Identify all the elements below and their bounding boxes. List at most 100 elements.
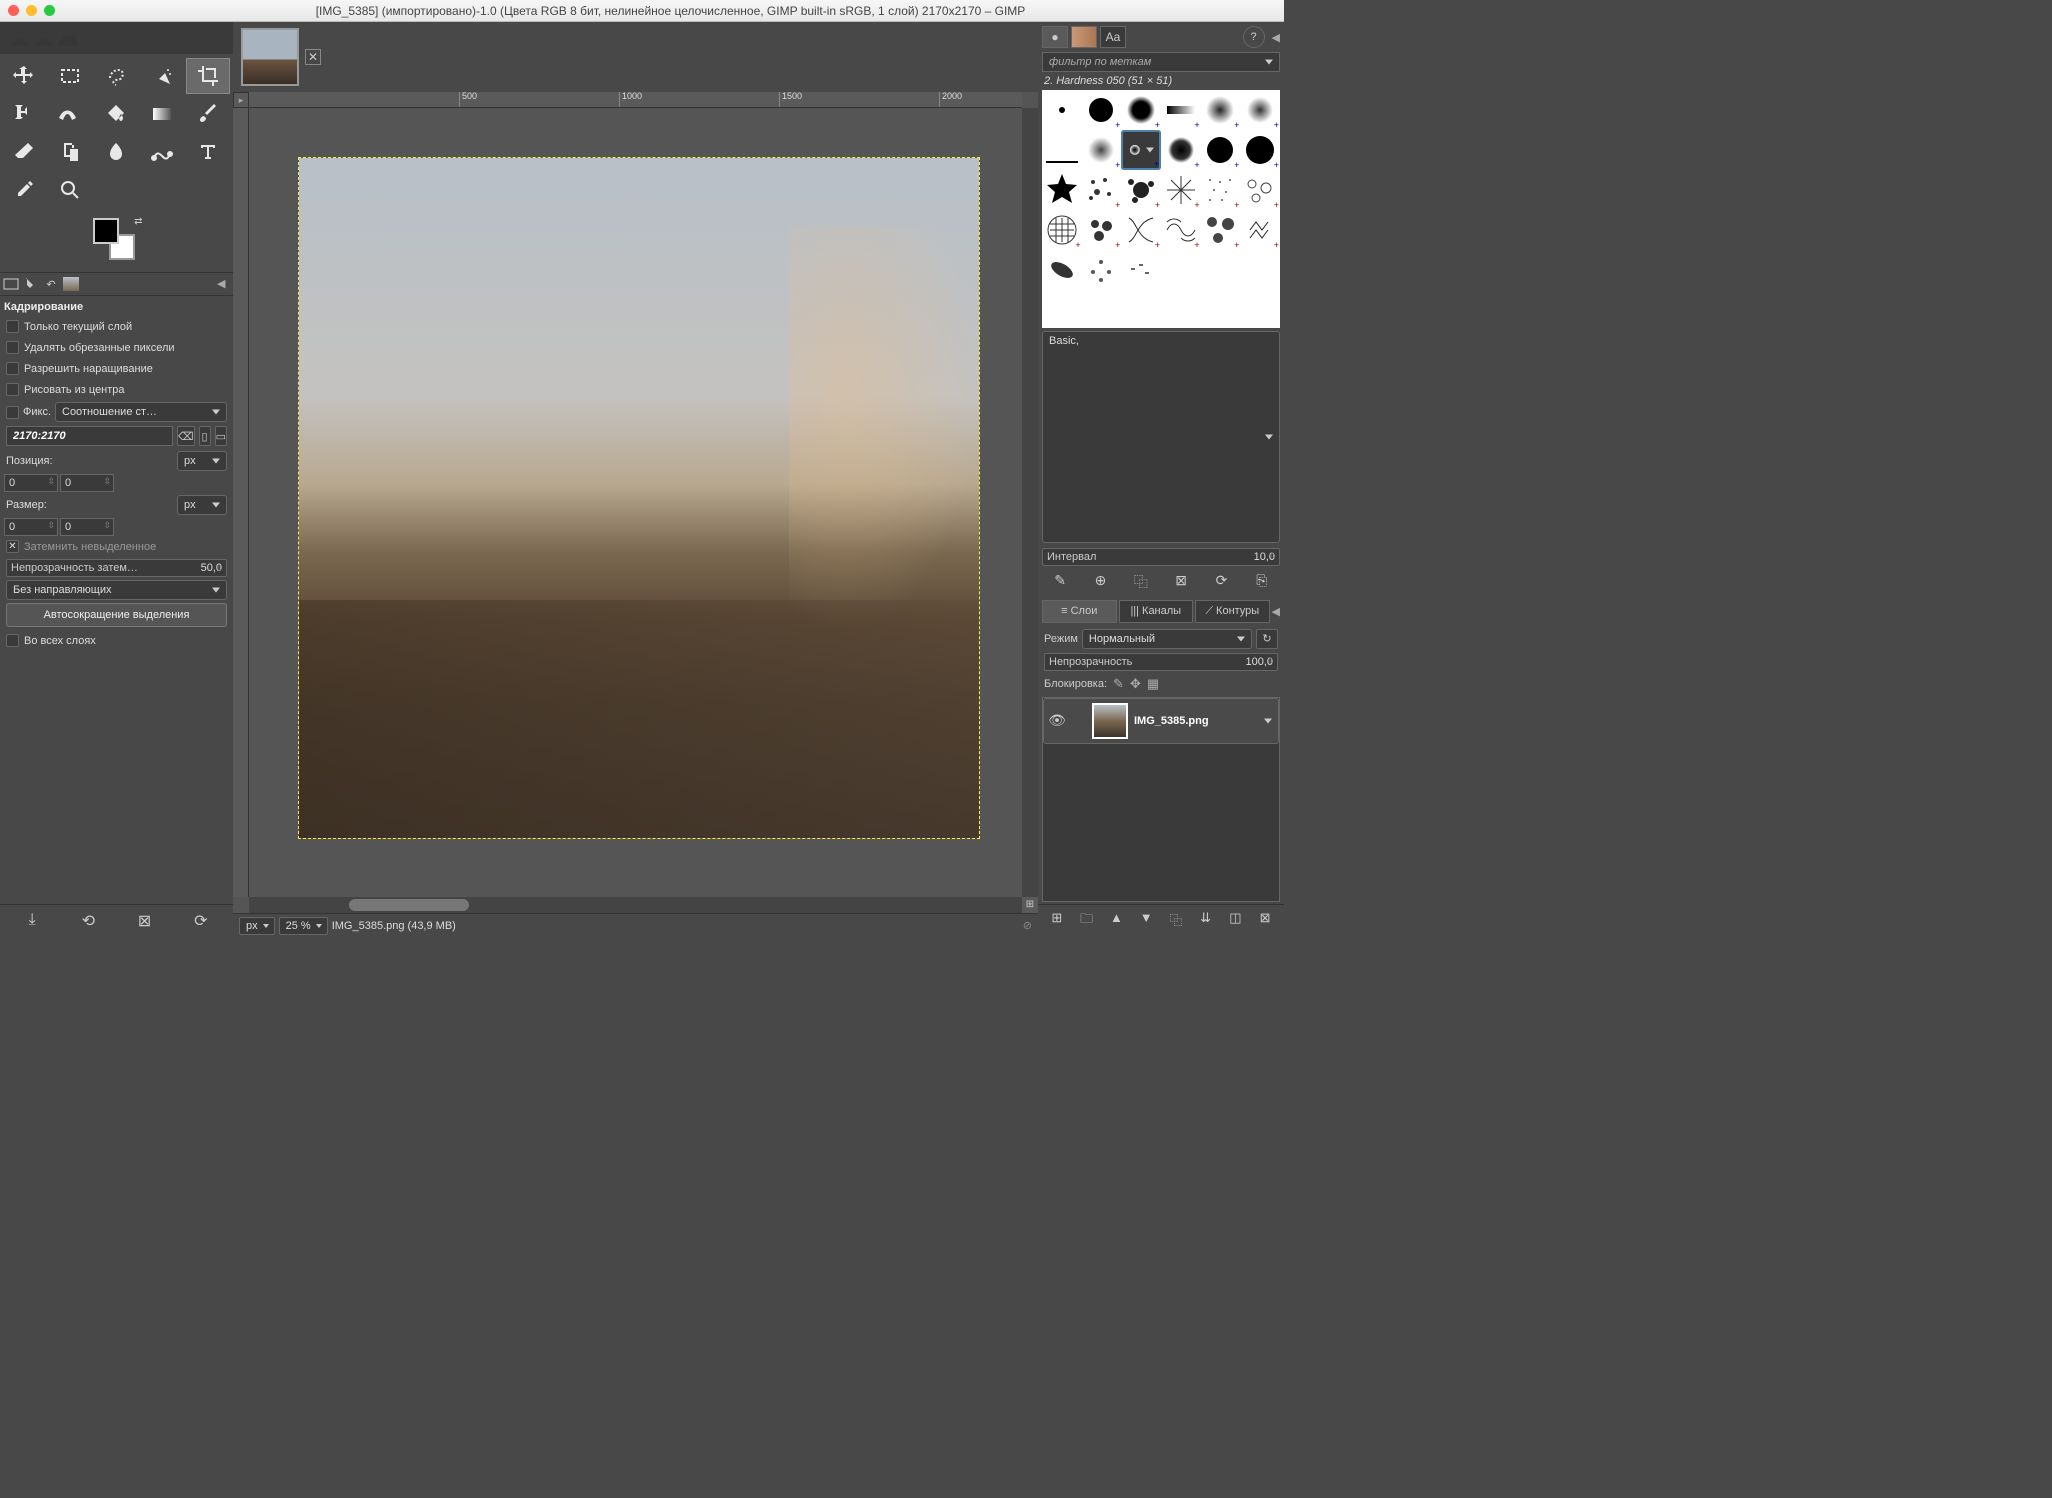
ratio-portrait-icon[interactable]: ▯ bbox=[199, 426, 211, 446]
position-y-input[interactable]: 0 bbox=[60, 474, 114, 492]
image-tab-thumbnail[interactable] bbox=[241, 28, 299, 86]
tool-save-icon[interactable]: ⤓ bbox=[19, 911, 45, 931]
opt-fixed-checkbox[interactable] bbox=[6, 406, 19, 419]
brush-new-icon[interactable]: ⊕ bbox=[1088, 572, 1112, 592]
tool-smudge[interactable] bbox=[94, 134, 138, 170]
tab-brushes-icon[interactable]: ● bbox=[1042, 26, 1068, 48]
opt-delete-cropped[interactable]: Удалять обрезанные пиксели bbox=[4, 337, 229, 358]
tool-fuzzy-select[interactable] bbox=[140, 58, 184, 94]
tool-zoom[interactable] bbox=[48, 172, 92, 208]
layer-thumbnail[interactable] bbox=[1092, 703, 1128, 739]
ratio-landscape-icon[interactable]: ▭ bbox=[215, 426, 227, 446]
ruler-vertical[interactable] bbox=[233, 108, 249, 897]
tool-color-picker[interactable] bbox=[2, 172, 46, 208]
lock-alpha-icon[interactable]: ▦ bbox=[1147, 676, 1159, 692]
layer-merge-icon[interactable]: ⇊ bbox=[1195, 910, 1217, 932]
layer-mask-icon[interactable]: ◫ bbox=[1224, 910, 1246, 932]
color-swatches[interactable]: ⇄ bbox=[87, 216, 147, 268]
layer-delete-icon[interactable]: ⊠ bbox=[1254, 910, 1276, 932]
tab-fonts-icon[interactable]: Aa bbox=[1100, 26, 1126, 48]
mode-select[interactable]: Нормальный bbox=[1082, 629, 1252, 649]
tab-images-thumb[interactable] bbox=[62, 275, 80, 293]
tabs-menu-icon[interactable]: ◀ bbox=[217, 277, 231, 291]
layer-duplicate-icon[interactable]: ⿻ bbox=[1165, 910, 1187, 932]
tool-rect-select[interactable] bbox=[48, 58, 92, 94]
zoom-window-button[interactable] bbox=[44, 5, 55, 16]
tab-undo-icon[interactable]: ↶ bbox=[42, 275, 60, 293]
status-unit-select[interactable]: px bbox=[239, 917, 275, 935]
tool-paintbrush[interactable] bbox=[186, 96, 230, 132]
scrollbar-vertical[interactable] bbox=[1022, 108, 1038, 897]
tab-patterns-icon[interactable] bbox=[1071, 26, 1097, 48]
opt-darken[interactable]: Затемнить невыделенное bbox=[4, 536, 229, 557]
mode-switch-icon[interactable]: ↻ bbox=[1256, 629, 1278, 649]
brush-preset-select[interactable]: Basic, bbox=[1042, 331, 1280, 543]
layer-item[interactable]: 👁 IMG_5385.png bbox=[1043, 698, 1279, 744]
image-tab-close-icon[interactable]: ✕ bbox=[305, 49, 321, 65]
tool-gradient[interactable] bbox=[140, 96, 184, 132]
opt-allow-grow[interactable]: Разрешить наращивание bbox=[4, 358, 229, 379]
layers-tabs-menu-icon[interactable]: ◀ bbox=[1272, 605, 1280, 618]
tool-eraser[interactable] bbox=[2, 134, 46, 170]
brush-duplicate-icon[interactable]: ⿻ bbox=[1129, 572, 1153, 592]
brush-edit-icon[interactable]: ✎ bbox=[1048, 572, 1072, 592]
brush-open-icon[interactable]: ⎘ bbox=[1250, 572, 1274, 592]
layers-list[interactable]: 👁 IMG_5385.png bbox=[1042, 697, 1280, 903]
size-unit-select[interactable]: px bbox=[177, 495, 227, 515]
brush-interval-slider[interactable]: Интервал 10,0 bbox=[1042, 548, 1280, 566]
tool-text[interactable] bbox=[186, 134, 230, 170]
opt-draw-center[interactable]: Рисовать из центра bbox=[4, 379, 229, 400]
ratio-input[interactable] bbox=[6, 426, 173, 446]
tool-free-select[interactable] bbox=[94, 58, 138, 94]
tool-bucket[interactable] bbox=[94, 96, 138, 132]
position-unit-select[interactable]: px bbox=[177, 451, 227, 471]
tab-paths[interactable]: ⟋ Контуры bbox=[1195, 600, 1270, 623]
guides-select[interactable]: Без направляющих bbox=[6, 580, 227, 600]
layer-name-label[interactable]: IMG_5385.png bbox=[1134, 715, 1209, 727]
layer-visibility-icon[interactable]: 👁 bbox=[1048, 712, 1066, 729]
tool-transform[interactable] bbox=[2, 96, 46, 132]
tab-channels[interactable]: ||| Каналы bbox=[1119, 600, 1194, 623]
ratio-clear-icon[interactable]: ⌫ bbox=[177, 426, 195, 446]
brush-delete-icon[interactable]: ⊠ bbox=[1169, 572, 1193, 592]
tab-tool-options-icon[interactable] bbox=[2, 275, 20, 293]
scrollbar-horizontal[interactable] bbox=[249, 897, 1022, 913]
layer-up-icon[interactable]: ▲ bbox=[1105, 910, 1127, 932]
status-zoom-select[interactable]: 25 % bbox=[279, 917, 328, 935]
brushes-tabs-menu-icon[interactable]: ◀ bbox=[1272, 31, 1280, 44]
foreground-color[interactable] bbox=[93, 218, 119, 244]
autoshrink-button[interactable]: Автосокращение выделения bbox=[6, 603, 227, 627]
ruler-horizontal[interactable]: 500 1000 1500 2000 bbox=[249, 92, 1022, 108]
tool-reset-icon[interactable]: ⟳ bbox=[188, 911, 214, 931]
tool-path[interactable] bbox=[140, 134, 184, 170]
tool-restore-icon[interactable]: ⟲ bbox=[75, 911, 101, 931]
brush-filter-input[interactable]: фильтр по меткам bbox=[1042, 52, 1280, 72]
swap-colors-icon[interactable]: ⇄ bbox=[134, 216, 142, 227]
lock-pixels-icon[interactable]: ✎ bbox=[1113, 676, 1124, 692]
tool-delete-icon[interactable]: ⊠ bbox=[132, 911, 158, 931]
position-x-input[interactable]: 0 bbox=[4, 474, 58, 492]
layer-group-icon[interactable]: 🗀 bbox=[1076, 910, 1098, 932]
size-w-input[interactable]: 0 bbox=[4, 518, 58, 536]
ruler-origin[interactable]: ▸ bbox=[233, 92, 249, 108]
darken-opacity-slider[interactable]: Непрозрачность затем… 50,0 bbox=[6, 559, 227, 577]
tab-device-icon[interactable] bbox=[22, 275, 40, 293]
minimize-window-button[interactable] bbox=[26, 5, 37, 16]
brush-grid[interactable]: + + + + + + + + + + + + + + + + + + + + … bbox=[1042, 90, 1280, 328]
tool-warp[interactable] bbox=[48, 96, 92, 132]
size-h-input[interactable]: 0 bbox=[60, 518, 114, 536]
tab-layers[interactable]: ≡ Слои bbox=[1042, 600, 1117, 623]
layer-new-icon[interactable]: ⊞ bbox=[1046, 910, 1068, 932]
canvas[interactable] bbox=[249, 108, 1022, 897]
tool-clone[interactable] bbox=[48, 134, 92, 170]
status-cancel-icon[interactable]: ⊘ bbox=[1023, 919, 1032, 932]
lock-position-icon[interactable]: ✥ bbox=[1130, 676, 1141, 692]
opt-only-current[interactable]: Только текущий слой bbox=[4, 316, 229, 337]
fixed-mode-select[interactable]: Соотношение ст… bbox=[55, 402, 227, 422]
opt-all-layers[interactable]: Во всех слоях bbox=[4, 630, 229, 651]
nav-corner-icon[interactable]: ⊞ bbox=[1022, 897, 1038, 913]
help-icon[interactable]: ? bbox=[1243, 26, 1265, 48]
tool-move[interactable] bbox=[2, 58, 46, 94]
layer-down-icon[interactable]: ▼ bbox=[1135, 910, 1157, 932]
layer-opacity-slider[interactable]: Непрозрачность 100,0 bbox=[1044, 653, 1278, 671]
